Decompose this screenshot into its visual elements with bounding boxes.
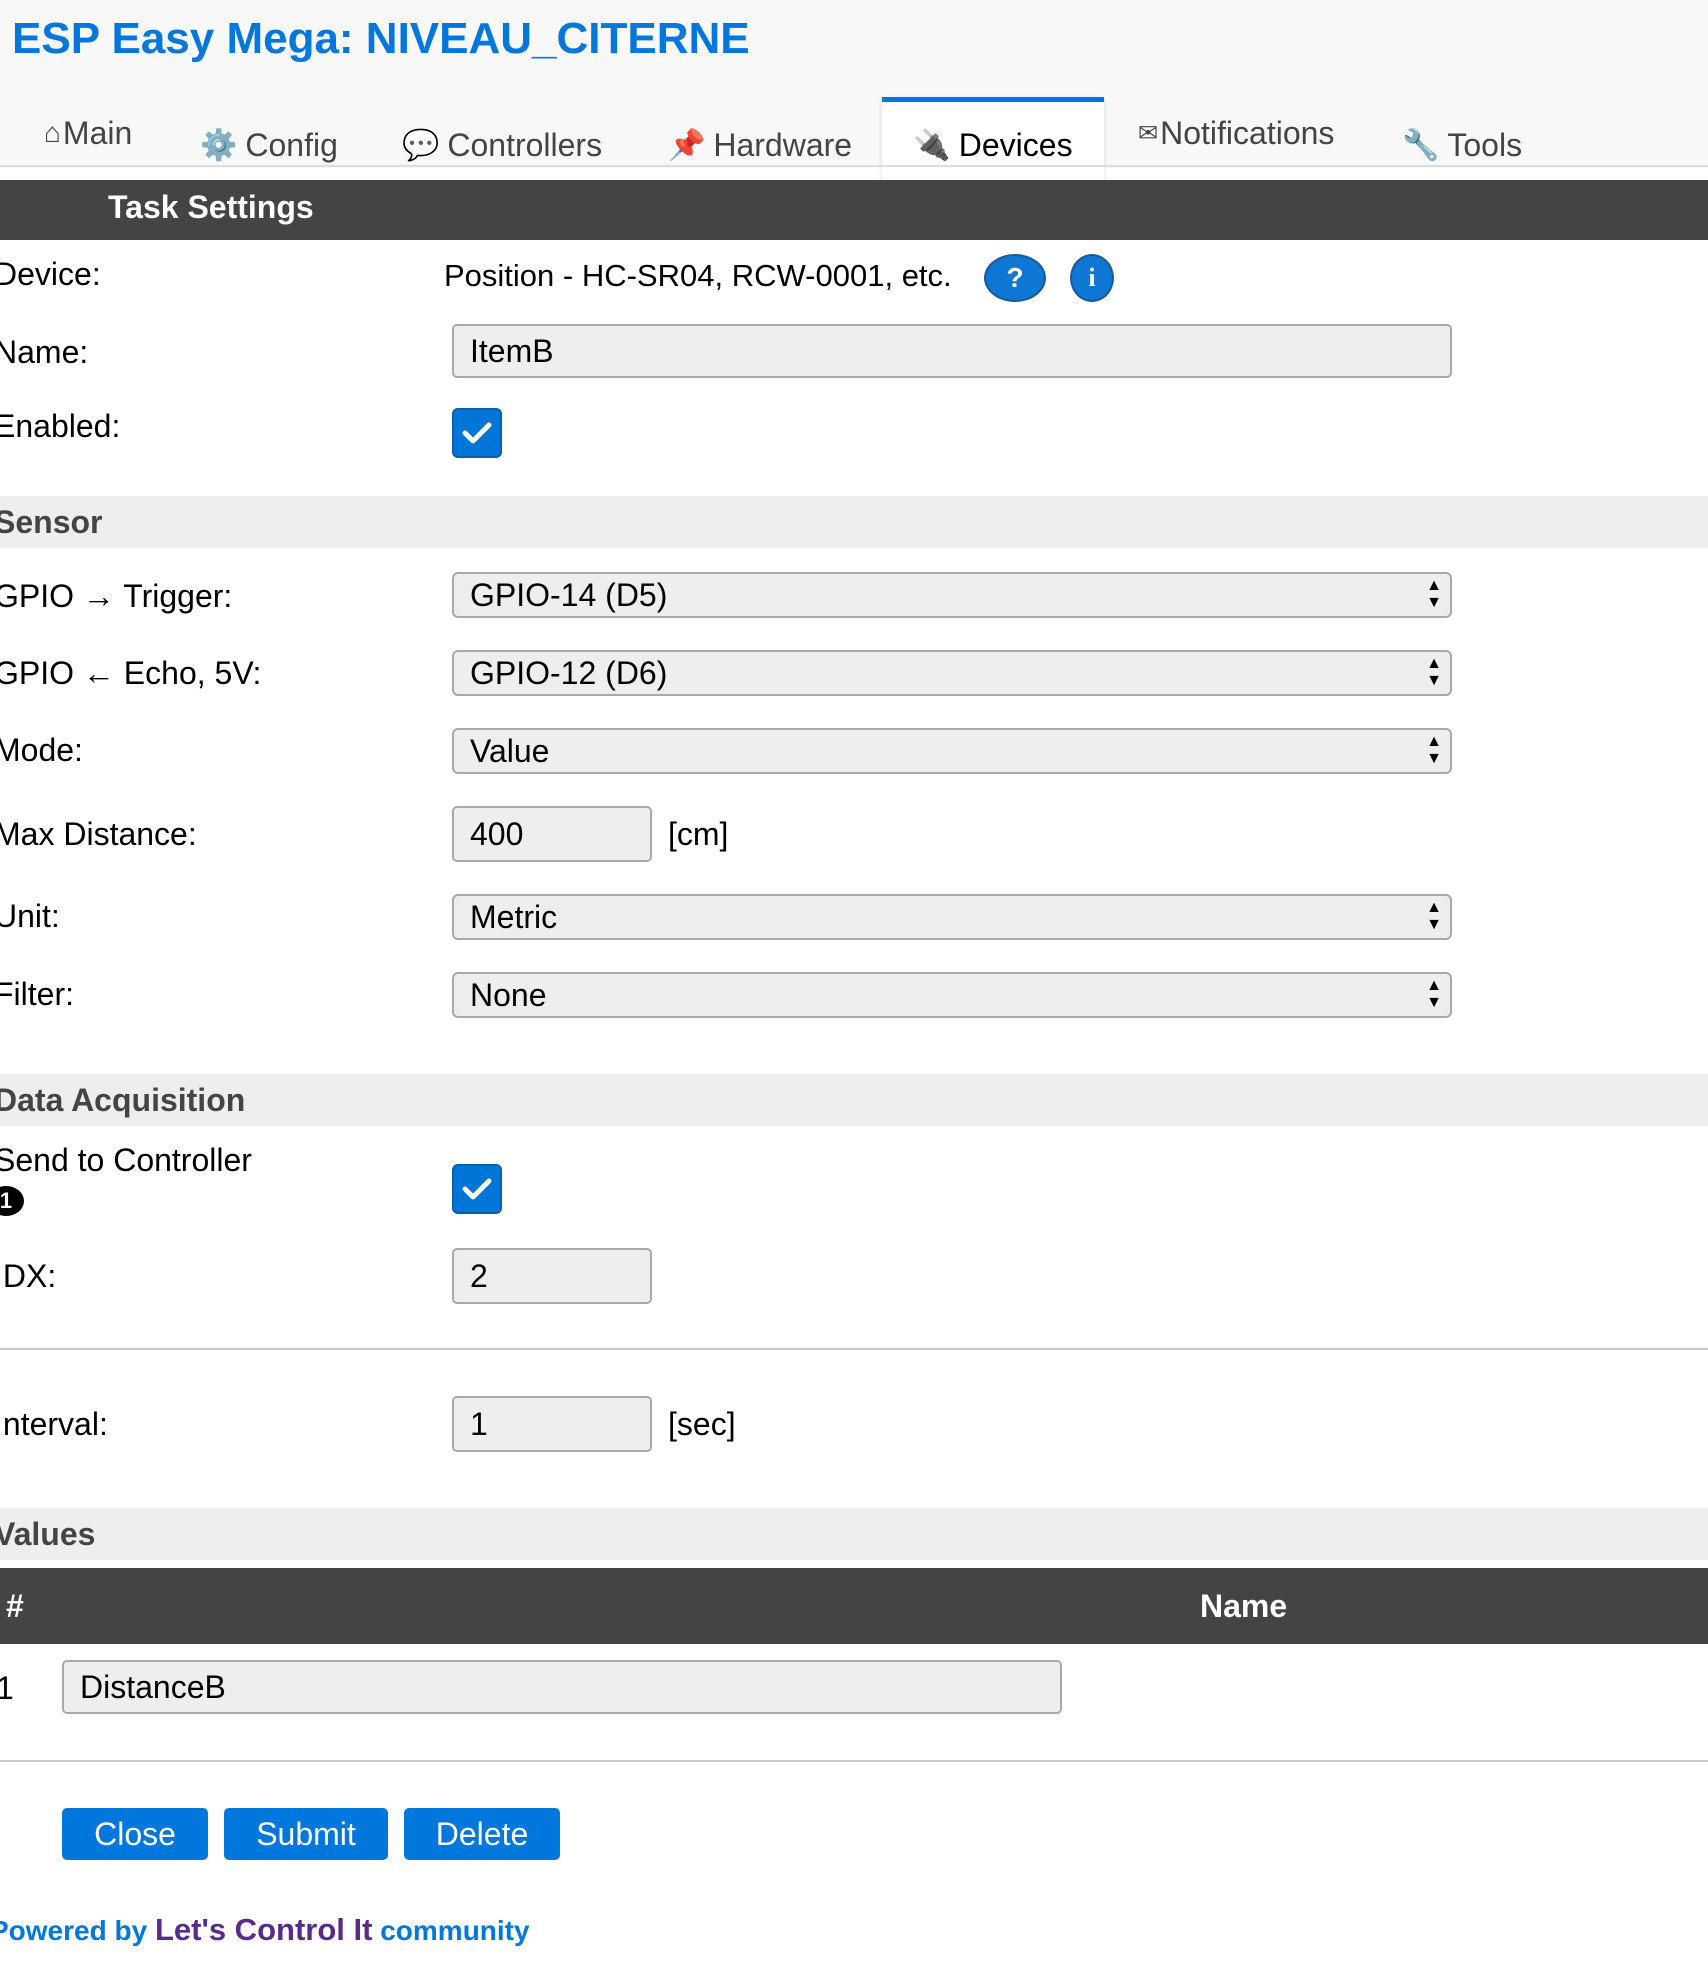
select-arrows-icon: ▲ ▼ [1426, 899, 1442, 933]
tab-label: Main [62, 114, 133, 151]
column-header-number: # [6, 1588, 24, 1624]
enabled-label: Enabled: [0, 408, 121, 444]
echo-label: GPIO ← Echo, 5V: [0, 655, 262, 691]
checkmark-icon [462, 1178, 492, 1200]
divider [0, 1760, 1708, 1762]
submit-button[interactable]: Submit [224, 1808, 388, 1860]
echo-select[interactable]: GPIO-12 (D6) ▲ ▼ [452, 650, 1452, 696]
trigger-select-value: GPIO-14 (D5) [470, 576, 668, 613]
values-heading: Values [0, 1516, 96, 1552]
tab-label: Controllers [447, 126, 603, 163]
footer-brand-link[interactable]: Let's Control It [155, 1912, 372, 1947]
footer: Powered by Let's Control It community [0, 1912, 530, 1948]
values-section-header: Values [0, 1508, 1708, 1560]
interval-label: Interval: [0, 1406, 108, 1442]
name-label: Name: [0, 334, 89, 370]
trigger-label: GPIO → Trigger: [0, 578, 233, 614]
enabled-checkbox[interactable] [452, 408, 502, 458]
sensor-section-header: Sensor [0, 496, 1708, 548]
controller-number-badge: 1 [0, 1186, 24, 1216]
device-label: Device: [0, 256, 101, 292]
task-settings-title: Task Settings [108, 189, 314, 225]
value-row-number: 1 [0, 1670, 14, 1706]
tab-controllers[interactable]: 💬 Controllers [402, 112, 602, 178]
footer-community: community [380, 1915, 530, 1946]
mode-label: Mode: [0, 732, 83, 768]
pushpin-icon: 📌 [668, 128, 706, 162]
filter-select[interactable]: None ▲ ▼ [452, 972, 1452, 1018]
gear-icon: ⚙️ [200, 128, 238, 162]
mode-select[interactable]: Value ▲ ▼ [452, 728, 1452, 774]
close-button[interactable]: Close [62, 1808, 208, 1860]
echo-select-value: GPIO-12 (D6) [470, 654, 668, 691]
select-arrows-icon: ▲ ▼ [1426, 733, 1442, 767]
max-distance-label: Max Distance: [0, 816, 197, 852]
data-acquisition-heading: Data Acquisition [0, 1082, 246, 1118]
help-icon-glyph: ? [1006, 262, 1024, 293]
value-name-input[interactable]: DistanceB [62, 1660, 1062, 1714]
unit-label: Unit: [0, 898, 60, 934]
values-table-header: # Name [0, 1568, 1708, 1644]
app-title: ESP Easy Mega: NIVEAU_CITERNE [12, 14, 750, 63]
wrench-icon: 🔧 [1402, 128, 1440, 162]
interval-unit: [sec] [668, 1406, 736, 1442]
tab-config[interactable]: ⚙️ Config [200, 112, 338, 178]
badge-text: 1 [0, 1188, 13, 1213]
idx-input[interactable]: 2 [452, 1248, 652, 1304]
max-distance-unit: [cm] [668, 816, 729, 852]
task-settings-header: Task Settings [0, 180, 1708, 240]
delete-button[interactable]: Delete [404, 1808, 560, 1860]
idx-label: IDX: [0, 1258, 57, 1294]
unit-select-value: Metric [470, 898, 558, 935]
filter-label: Filter: [0, 976, 74, 1012]
envelope-icon: ✉ [1138, 119, 1159, 147]
select-arrows-icon: ▲ ▼ [1426, 655, 1442, 689]
filter-select-value: None [470, 976, 547, 1013]
select-arrows-icon: ▲ ▼ [1426, 977, 1442, 1011]
tab-notifications[interactable]: ✉ Notifications [1138, 100, 1334, 166]
nav-divider [0, 165, 1708, 167]
tab-tools[interactable]: 🔧 Tools [1402, 112, 1522, 178]
select-arrows-icon: ▲ ▼ [1426, 577, 1442, 611]
footer-powered-by: Powered by [0, 1915, 148, 1946]
info-icon-glyph: i [1088, 263, 1096, 292]
send-to-controller-label: Send to Controller [0, 1142, 252, 1178]
speech-bubble-icon: 💬 [402, 128, 440, 162]
data-acquisition-header: Data Acquisition [0, 1074, 1708, 1126]
sensor-heading: Sensor [0, 504, 103, 540]
tab-label: Notifications [1160, 114, 1335, 151]
divider [0, 1348, 1708, 1350]
interval-input[interactable]: 1 [452, 1396, 652, 1452]
send-to-controller-checkbox[interactable] [452, 1164, 502, 1214]
name-input[interactable]: ItemB [452, 324, 1452, 378]
column-header-name: Name [1200, 1588, 1288, 1624]
info-icon[interactable]: i [1070, 254, 1114, 302]
tab-label: Tools [1447, 126, 1523, 163]
tab-label: Config [245, 126, 338, 163]
device-value: Position - HC-SR04, RCW-0001, etc. [444, 258, 952, 293]
mode-select-value: Value [470, 732, 550, 769]
trigger-select[interactable]: GPIO-14 (D5) ▲ ▼ [452, 572, 1452, 618]
tab-main[interactable]: ⌂ Main [44, 100, 132, 166]
unit-select[interactable]: Metric ▲ ▼ [452, 894, 1452, 940]
tab-hardware[interactable]: 📌 Hardware [668, 112, 852, 178]
device-edit-page: ESP Easy Mega: NIVEAU_CITERNE ⌂ Main ⚙️ … [0, 0, 1708, 1978]
help-icon[interactable]: ? [984, 254, 1046, 302]
checkmark-icon [462, 422, 492, 444]
max-distance-input[interactable]: 400 [452, 806, 652, 862]
tab-label: Devices [958, 126, 1073, 163]
home-icon: ⌂ [44, 117, 61, 148]
tab-devices[interactable]: 🔌 Devices [882, 97, 1104, 188]
plug-icon: 🔌 [913, 128, 951, 162]
tab-label: Hardware [713, 126, 853, 163]
